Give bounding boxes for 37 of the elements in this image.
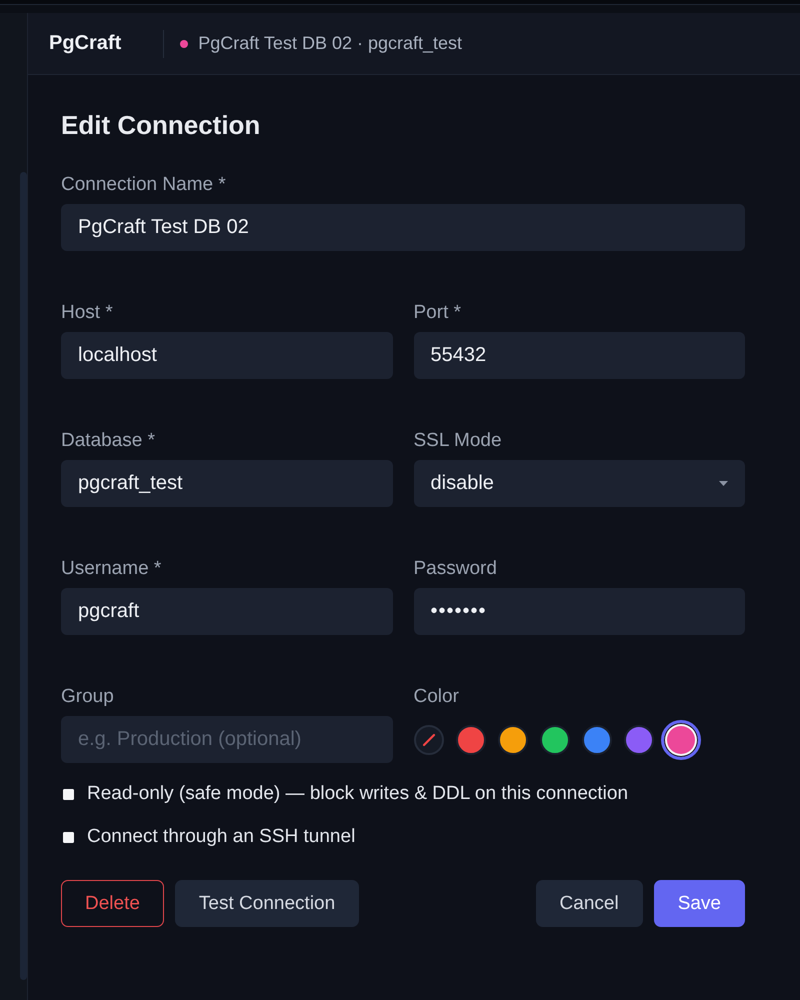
- field-label: Username *: [61, 558, 162, 580]
- field-label: Port *: [414, 302, 462, 324]
- color-swatch[interactable]: [498, 724, 528, 754]
- field-label: SSL Mode: [414, 430, 502, 452]
- field-label: Color: [414, 686, 459, 708]
- checkbox-label[interactable]: Connect through an SSH tunnel: [87, 826, 356, 848]
- dropdown-field[interactable]: disable: [414, 460, 745, 507]
- checkbox[interactable]: [63, 788, 74, 800]
- secondary-button[interactable]: Test Connection: [174, 880, 360, 927]
- color-swatch[interactable]: [624, 724, 654, 754]
- slash-icon: [422, 732, 436, 746]
- field-label: Password: [414, 558, 497, 580]
- password-field[interactable]: •••••••: [414, 588, 745, 635]
- input-field[interactable]: pgcraft: [61, 588, 392, 635]
- scrollbar[interactable]: [20, 172, 27, 980]
- color-swatch[interactable]: [540, 724, 570, 754]
- input-field[interactable]: 55432: [414, 332, 745, 379]
- secondary-button[interactable]: Cancel: [536, 880, 643, 927]
- dialog-title: Edit Connection: [61, 109, 262, 141]
- input-field[interactable]: pgcraft_test: [61, 460, 392, 507]
- color-swatch[interactable]: [660, 720, 700, 760]
- input-field[interactable]: PgCraft Test DB 02: [61, 204, 745, 251]
- app-title: PgCraft: [49, 32, 122, 55]
- delete-button[interactable]: Delete: [61, 880, 164, 927]
- field-label: Database *: [61, 430, 156, 452]
- caret-icon: [719, 481, 728, 486]
- color-swatch[interactable]: [582, 724, 612, 754]
- field-label: Group: [61, 686, 114, 708]
- field-label: Host *: [61, 302, 113, 324]
- primary-button[interactable]: Save: [654, 880, 745, 927]
- field-label: Connection Name *: [61, 174, 226, 196]
- connection-label: PgCraft Test DB 02 · pgcraft_test: [198, 33, 462, 54]
- color-swatch[interactable]: [456, 724, 486, 754]
- checkbox-label[interactable]: Read-only (safe mode) — block writes & DDL on this connection: [87, 783, 628, 805]
- input-field[interactable]: localhost: [61, 332, 392, 379]
- no-color-swatch[interactable]: [414, 724, 444, 754]
- checkbox[interactable]: [63, 832, 74, 842]
